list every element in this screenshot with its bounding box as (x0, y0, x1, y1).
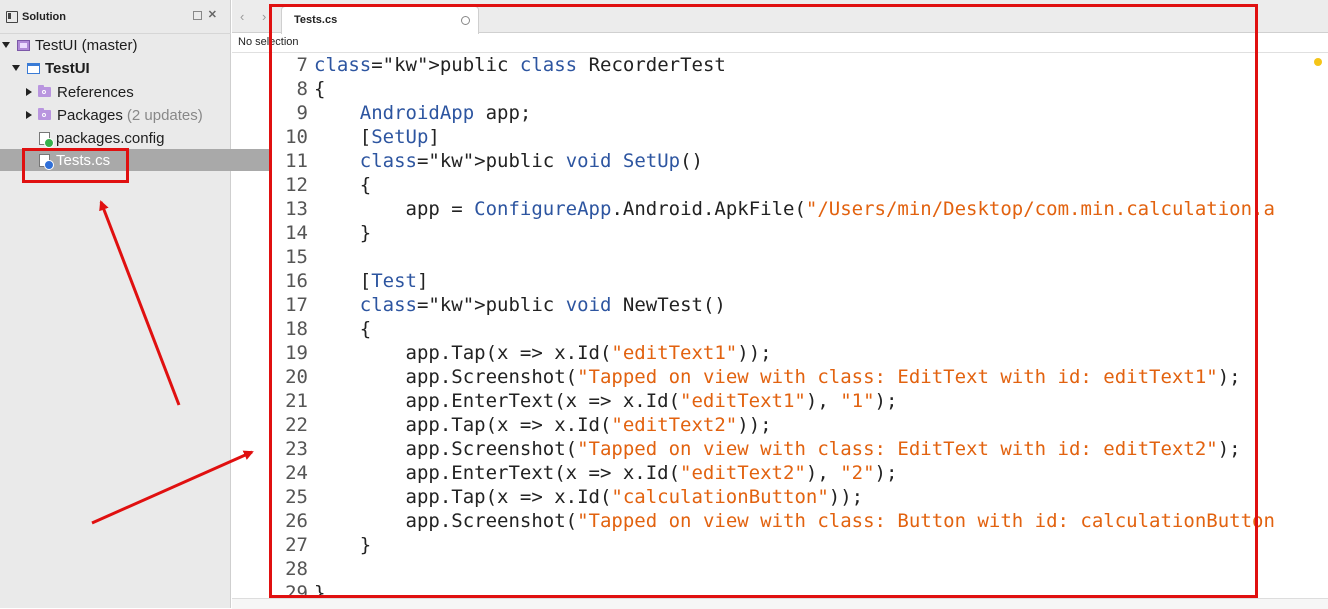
arrow-to-tests-cs (99, 200, 181, 406)
arrow-to-code (91, 450, 254, 525)
annotation-arrows (91, 200, 254, 525)
